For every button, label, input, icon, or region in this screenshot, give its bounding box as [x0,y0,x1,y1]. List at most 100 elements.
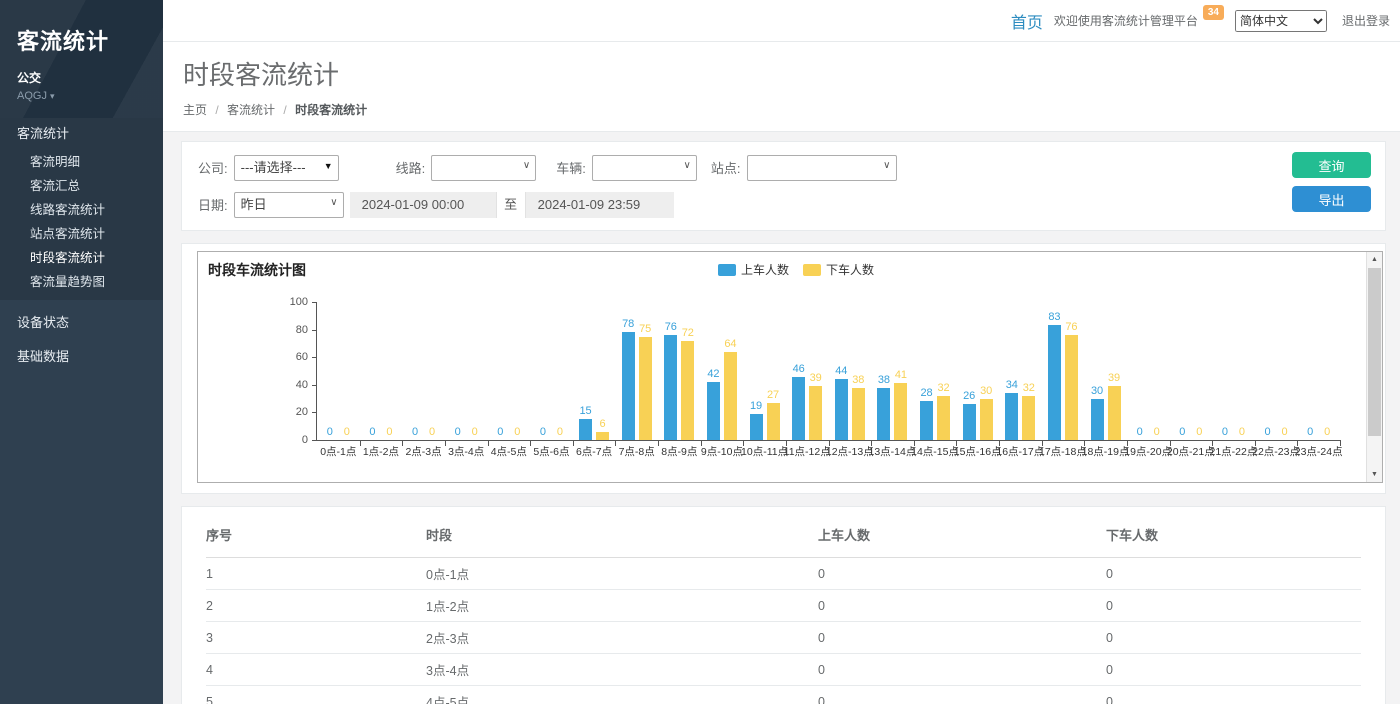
bar-value-label: 32 [1023,382,1035,395]
bar-alighting [937,396,950,440]
table-header-row: 序号 时段 上车人数 下车人数 [206,513,1361,558]
sidebar-section-device-status[interactable]: 设备状态 [0,308,163,338]
y-axis-label: 100 [278,296,308,308]
col-header-period: 时段 [426,513,818,558]
breadcrumb-home[interactable]: 主页 [183,103,207,117]
chart-bar-group: 42649点-10点 [701,302,744,440]
chart-bar-group: 463911点-12点 [786,302,829,440]
chart-title: 时段车流统计图 [208,260,306,280]
x-axis-label: 8点-9点 [661,444,697,459]
table-cell: 0 [1106,654,1361,686]
x-axis-label: 21点-22点 [1210,444,1258,459]
bar-boarding [792,377,805,440]
chart-bar-group: 002点-3点 [402,302,445,440]
sidebar-submenu: 客流明细客流汇总线路客流统计站点客流统计时段客流统计客流量趋势图 [0,150,163,294]
export-button[interactable]: 导出 [1292,186,1371,212]
chart-panel: 时段车流统计图 上车人数下车人数 000点-1点001点-2点002点-3点00… [181,243,1386,494]
bar-value-label: 32 [937,382,949,395]
line-label: 线路: [396,158,426,177]
bar-alighting [767,403,780,440]
x-axis-label: 4点-5点 [491,444,527,459]
sidebar-item-站点客流统计[interactable]: 站点客流统计 [0,222,163,246]
breadcrumb-section[interactable]: 客流统计 [227,103,275,117]
date-preset-select[interactable]: 昨日 [234,192,344,218]
chart-bar-group: 0019点-20点 [1127,302,1170,440]
bar-value-label: 0 [1179,426,1185,439]
x-axis-label: 3点-4点 [448,444,484,459]
sidebar-item-客流汇总[interactable]: 客流汇总 [0,174,163,198]
line-select[interactable] [431,155,536,181]
date-to-input[interactable] [526,192,674,218]
chart-bar-group: 443812点-13点 [829,302,872,440]
chart-bar-group: 0021点-22点 [1212,302,1255,440]
chart-bar-group: 384113点-14点 [871,302,914,440]
bar-value-label: 46 [793,363,805,376]
sidebar-item-客流量趋势图[interactable]: 客流量趋势图 [0,270,163,294]
chart-bar-group: 0022点-23点 [1255,302,1298,440]
table-cell: 0 [1106,590,1361,622]
bar-alighting [596,432,609,440]
scrollbar-thumb[interactable] [1368,268,1381,436]
bar-value-label: 0 [1239,426,1245,439]
table-row: 10点-1点00 [206,558,1361,590]
sidebar-item-客流明细[interactable]: 客流明细 [0,150,163,174]
bar-boarding [1005,393,1018,440]
sidebar-item-线路客流统计[interactable]: 线路客流统计 [0,198,163,222]
company-select[interactable]: ---请选择--- [234,155,339,181]
scroll-up-arrow-icon[interactable]: ▲ [1367,252,1382,267]
bar-value-label: 0 [412,426,418,439]
bar-value-label: 6 [600,418,606,431]
content: 公司: ---请选择---▼ 线路: ∨ 车辆: ∨ 站点: ∨ 日期: 昨日∨… [163,132,1400,704]
logout-link[interactable]: 退出登录 [1342,12,1390,29]
chart-bar-group: 78757点-8点 [615,302,658,440]
home-link[interactable]: 首页 [1011,9,1043,33]
bar-value-label: 0 [1196,426,1202,439]
bar-value-label: 83 [1048,311,1060,324]
bar-value-label: 42 [707,368,719,381]
bar-value-label: 0 [497,426,503,439]
bar-value-label: 0 [1324,426,1330,439]
company-label: 公司: [198,158,228,177]
bar-value-label: 72 [682,327,694,340]
bar-value-label: 39 [1108,372,1120,385]
y-axis-tick [312,440,317,441]
bar-alighting [639,337,652,441]
chart-bar-group: 343216点-17点 [999,302,1042,440]
bar-value-label: 0 [472,426,478,439]
x-axis-label: 18点-19点 [1082,444,1130,459]
x-axis-label: 10点-11点 [741,444,788,459]
bar-alighting [724,352,737,440]
org-code-dropdown[interactable]: AQGJ▾ [17,90,163,102]
sidebar-section-base-data[interactable]: 基础数据 [0,342,163,372]
app-brand: 客流统计 [17,24,163,56]
bar-value-label: 30 [980,385,992,398]
main-area: 首页 欢迎使用客流统计管理平台 34 简体中文 退出登录 时段客流统计 主页 /… [163,0,1400,704]
table-row: 43点-4点00 [206,654,1361,686]
chart-vertical-scrollbar[interactable]: ▲ ▼ [1366,252,1382,482]
table-cell: 1点-2点 [426,590,818,622]
legend-entry: 上车人数 [718,261,789,278]
scroll-down-arrow-icon[interactable]: ▼ [1367,467,1382,482]
bar-value-label: 0 [429,426,435,439]
bar-boarding [622,332,635,440]
sidebar-section-passenger-stats[interactable]: 客流统计 [0,118,163,150]
bar-value-label: 0 [344,426,350,439]
vehicle-select[interactable] [592,155,697,181]
chart-container: 时段车流统计图 上车人数下车人数 000点-1点001点-2点002点-3点00… [197,251,1383,483]
sidebar-item-时段客流统计[interactable]: 时段客流统计 [0,246,163,270]
table-row: 54点-5点00 [206,686,1361,704]
chart-bar-group: 0023点-24点 [1297,302,1340,440]
language-select[interactable]: 简体中文 [1235,10,1327,32]
y-axis-label: 40 [278,379,308,391]
y-axis-tick [312,302,317,303]
x-axis-label: 5点-6点 [533,444,569,459]
legend-swatch-icon [803,264,821,276]
table-cell: 0点-1点 [426,558,818,590]
query-button[interactable]: 查询 [1292,152,1371,178]
chevron-down-icon: ▾ [50,91,55,101]
x-axis-label: 20点-21点 [1167,444,1215,459]
bar-boarding [877,388,890,440]
station-select[interactable] [747,155,897,181]
bar-alighting [894,383,907,440]
date-from-input[interactable] [350,192,496,218]
